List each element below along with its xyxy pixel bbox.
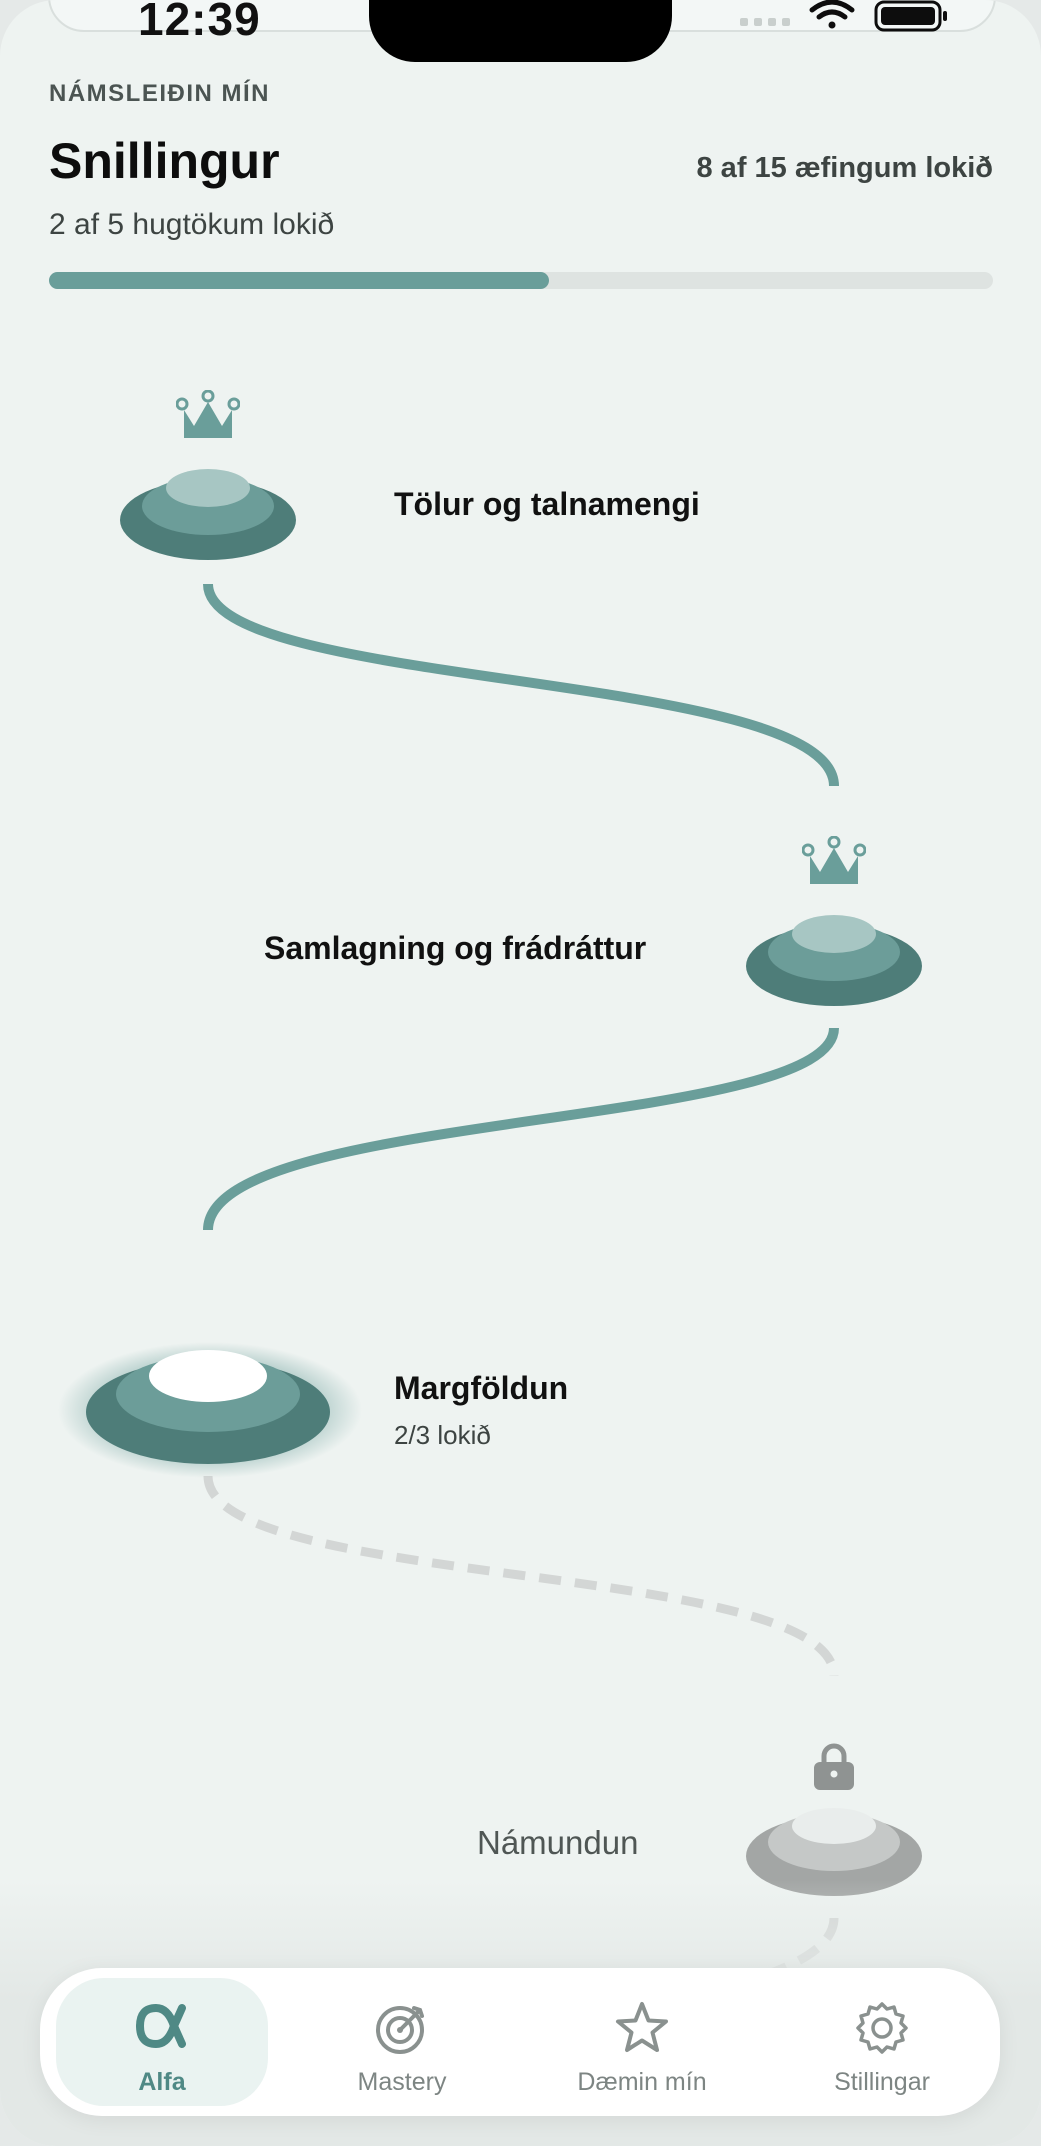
alpha-icon (136, 2003, 186, 2049)
tab-bar: Alfa Mastery Dæmin mín Stillingar (40, 1968, 1000, 2116)
node-label-margfoldun[interactable]: Margföldun (394, 1370, 568, 1407)
path-connector-2 (203, 1027, 839, 1231)
tab-mastery[interactable]: Mastery (296, 1978, 508, 2106)
star-icon (616, 2002, 668, 2052)
path-connector-1 (203, 583, 839, 787)
path-connector-3 (203, 1475, 839, 1677)
path-node-margfoldun[interactable] (58, 1340, 362, 1480)
crown-icon (176, 390, 240, 438)
tab-stillingar[interactable]: Stillingar (776, 1978, 988, 2106)
target-icon (376, 2006, 424, 2054)
lock-icon (814, 1743, 854, 1790)
path-node-samlagning[interactable] (744, 906, 924, 1012)
gear-icon (856, 2002, 908, 2054)
node-progress-margfoldun: 2/3 lokið (394, 1420, 491, 1450)
path-node-tolur[interactable] (118, 460, 298, 566)
tab-label-mastery: Mastery (357, 2068, 447, 2096)
tab-label-daemin-min: Dæmin mín (577, 2068, 707, 2096)
crown-icon (802, 836, 866, 884)
tab-daemin-min[interactable]: Dæmin mín (536, 1978, 748, 2106)
tab-label-stillingar: Stillingar (834, 2068, 930, 2096)
tab-label-alfa: Alfa (138, 2068, 186, 2096)
app-screen: 12:39 NÁMSLEIÐIN MÍN Snillingur 8 af 15 … (0, 0, 1041, 2146)
node-label-tolur[interactable]: Tölur og talnamengi (394, 486, 700, 523)
tab-alfa[interactable]: Alfa (56, 1978, 268, 2106)
node-label-namundun: Námundun (477, 1824, 639, 1861)
node-label-samlagning[interactable]: Samlagning og frádráttur (264, 930, 646, 967)
